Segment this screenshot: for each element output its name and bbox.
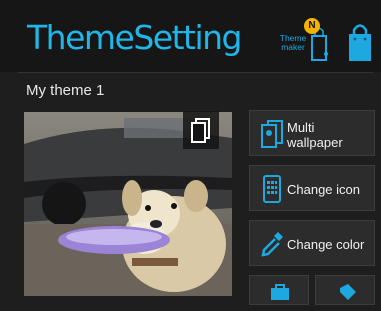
multi-wallpaper-icon	[261, 120, 283, 148]
new-badge: N	[304, 18, 320, 34]
change-color-label: Change color	[287, 237, 365, 252]
bottom-button-right[interactable]	[315, 275, 375, 305]
page-title: ThemeSetting	[27, 18, 242, 57]
multi-wallpaper-label: Multi wallpaper	[287, 120, 343, 150]
shopping-bag-icon	[349, 24, 371, 61]
theme-maker-button[interactable]: Theme maker N	[276, 18, 334, 64]
copy-icon	[191, 118, 210, 143]
shop-button[interactable]	[345, 20, 375, 64]
app-grid-icon	[263, 175, 281, 203]
change-icon-label: Change icon	[287, 182, 360, 197]
theme-name: My theme 1	[26, 82, 105, 99]
header-divider	[18, 72, 373, 73]
bottom-button-left[interactable]	[249, 275, 309, 305]
change-color-button[interactable]: Change color	[249, 220, 375, 266]
multi-wallpaper-button[interactable]: Multi wallpaper	[249, 110, 375, 156]
app-header: ThemeSetting Theme maker N	[0, 0, 381, 72]
eyedropper-icon	[261, 232, 283, 257]
change-icon-button[interactable]: Change icon	[249, 165, 375, 211]
tag-icon	[340, 284, 356, 300]
briefcase-icon	[271, 284, 289, 300]
copy-button[interactable]	[183, 111, 219, 149]
